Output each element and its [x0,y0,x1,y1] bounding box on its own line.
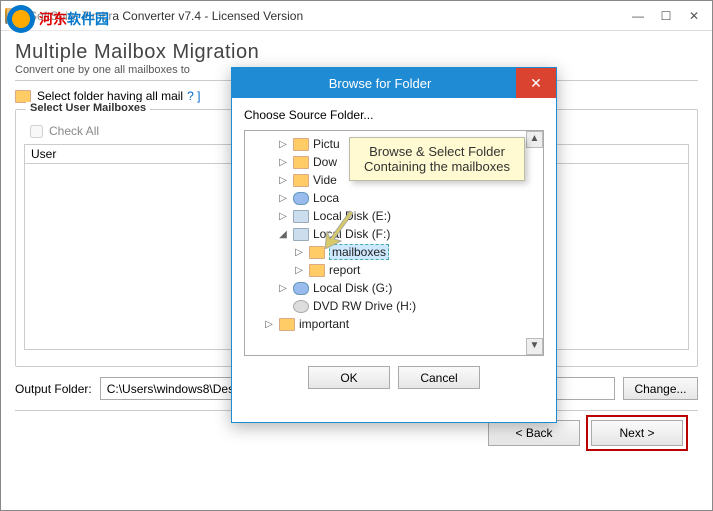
tree-item[interactable]: ▷ Local Disk (G:) [249,279,539,297]
folder-icon [293,138,309,151]
help-link[interactable]: ? ] [187,89,200,103]
back-button[interactable]: < Back [488,420,580,446]
expand-icon[interactable]: ▷ [263,319,275,330]
folder-icon [309,246,325,259]
net-icon [293,192,309,205]
drive-icon [293,210,309,223]
expand-icon[interactable]: ▷ [277,139,289,150]
tree-item-label: DVD RW Drive (H:) [313,299,416,313]
callout-arrow-icon [325,209,355,249]
browse-folder-dialog: Browse for Folder ✕ Choose Source Folder… [231,67,557,423]
expand-icon[interactable]: ◢ [277,229,289,240]
folder-icon [279,318,295,331]
folder-icon [293,174,309,187]
check-all-label: Check All [49,124,99,138]
callout-tooltip: Browse & Select Folder Containing the ma… [349,137,525,181]
dialog-prompt: Choose Source Folder... [244,108,544,122]
output-folder-label: Output Folder: [15,382,92,396]
folder-icon [15,90,31,103]
page-heading: Multiple Mailbox Migration [15,41,698,64]
expand-icon[interactable]: ▷ [293,265,305,276]
window-title: SoftSpire Zimbra Converter v7.4 - Licens… [29,9,624,23]
close-button[interactable]: ✕ [680,6,708,26]
expand-icon[interactable]: ▷ [293,247,305,258]
tree-item-label: Local Disk (G:) [313,281,392,295]
tree-item-label: Loca [313,191,339,205]
check-all-checkbox[interactable] [30,125,43,138]
change-button[interactable]: Change... [623,377,698,400]
tree-item-label: report [329,263,360,277]
tree-item[interactable]: DVD RW Drive (H:) [249,297,539,315]
tree-item[interactable]: ▷Local Disk (E:) [249,207,539,225]
watermark-net: 软件园 [67,11,109,27]
folder-tree[interactable]: Browse & Select Folder Containing the ma… [244,130,544,356]
net-icon [293,282,309,295]
expand-icon[interactable]: ▷ [277,211,289,222]
folder-icon [309,264,325,277]
tree-scroll-down[interactable]: ▼ [526,338,543,355]
tree-item-label: important [299,317,349,331]
tree-item[interactable]: ▷ Loca [249,189,539,207]
dvd-icon [293,300,309,313]
maximize-button[interactable]: ☐ [652,6,680,26]
expand-icon[interactable]: ▷ [277,283,289,294]
tree-item[interactable]: ▷ important [249,315,539,333]
expand-icon[interactable]: ▷ [277,175,289,186]
tree-item-label: Pictu [313,137,340,151]
tree-scroll-up[interactable]: ▲ [526,131,543,148]
next-button[interactable]: Next > [591,420,683,446]
tree-item-label: Vide [313,173,337,187]
folder-icon [293,156,309,169]
dialog-title: Browse for Folder [244,76,516,91]
tree-item[interactable]: ◢Local Disk (F:) [249,225,539,243]
tree-item[interactable]: ▷ report [249,261,539,279]
ok-button[interactable]: OK [308,366,390,389]
watermark-icon [7,5,35,33]
expand-icon[interactable]: ▷ [277,157,289,168]
tree-item-label: Dow [313,155,337,169]
expand-icon[interactable]: ▷ [277,193,289,204]
next-highlight: Next > [586,415,688,451]
select-folder-text: Select folder having all mail [37,89,183,103]
tree-item[interactable]: ▷mailboxes [249,243,539,261]
group-title: Select User Mailboxes [26,102,150,114]
drive-icon [293,228,309,241]
minimize-button[interactable]: — [624,6,652,26]
watermark-cn: 河东 [39,11,67,27]
dialog-titlebar: Browse for Folder ✕ [232,68,556,98]
cancel-button[interactable]: Cancel [398,366,480,389]
dialog-close-button[interactable]: ✕ [516,68,556,98]
site-watermark: 河东软件园 [7,5,113,33]
